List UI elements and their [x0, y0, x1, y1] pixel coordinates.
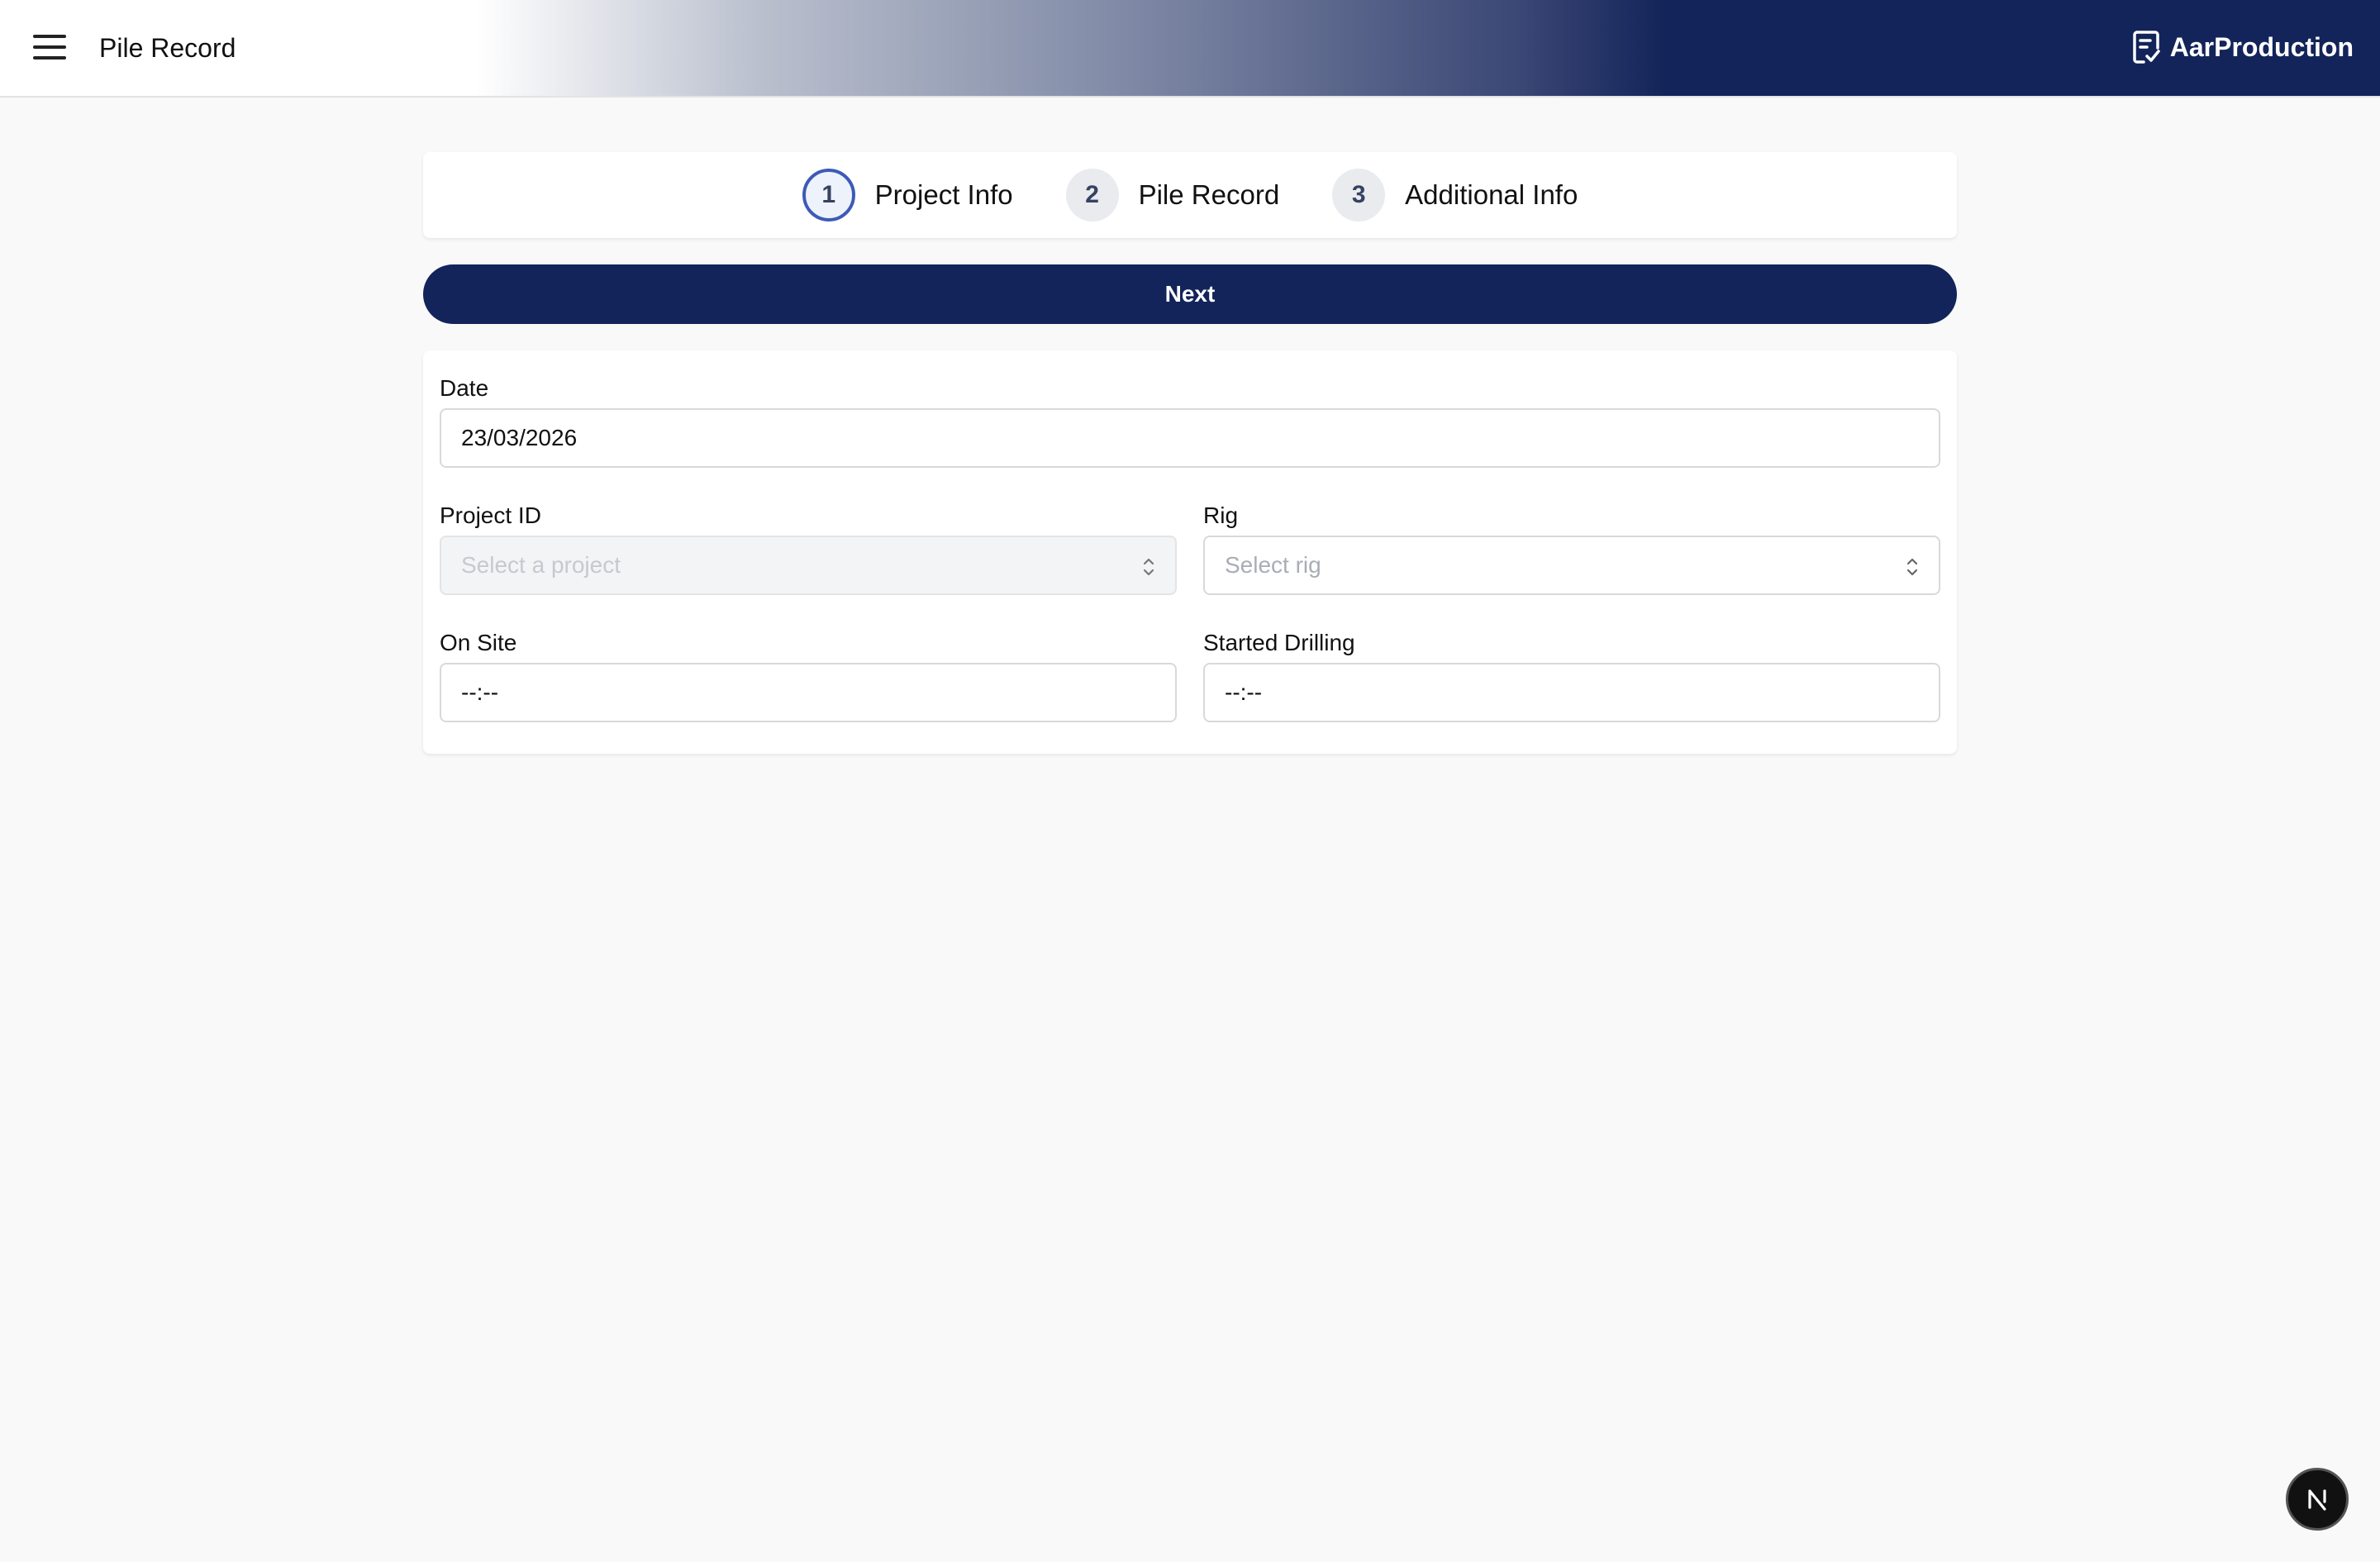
step-number: 3	[1332, 169, 1386, 221]
started-drilling-label: Started Drilling	[1203, 630, 1355, 655]
date-label: Date	[440, 375, 489, 401]
rig-label: Rig	[1203, 502, 1239, 528]
brand-name: AarProduction	[2169, 32, 2354, 62]
n-logo-icon	[2308, 1489, 2326, 1511]
top-bar: Pile Record AarProduction	[0, 0, 2380, 98]
started-drilling-value: --:--	[1225, 679, 1263, 705]
step-project-info[interactable]: 1 Project Info	[802, 169, 1013, 221]
step-label: Additional Info	[1405, 179, 1578, 210]
rig-select[interactable]: Select rig	[1203, 536, 1940, 595]
on-site-time-field[interactable]: --:--	[440, 663, 1177, 722]
nextjs-devtools-button[interactable]	[2286, 1468, 2349, 1531]
next-button[interactable]: Next	[423, 264, 1957, 324]
on-site-label: On Site	[440, 630, 517, 655]
date-value: 23/03/2026	[461, 425, 578, 450]
clipboard-check-icon	[2133, 31, 2160, 64]
page-title: Pile Record	[99, 33, 236, 63]
stepper: 1 Project Info 2 Pile Record 3 Additiona…	[423, 152, 1957, 238]
date-field[interactable]: 23/03/2026	[440, 408, 1940, 468]
chevron-up-down-icon	[1143, 558, 1154, 576]
step-pile-record[interactable]: 2 Pile Record	[1065, 169, 1280, 221]
rig-placeholder: Select rig	[1225, 552, 1321, 578]
step-additional-info[interactable]: 3 Additional Info	[1332, 169, 1578, 221]
hamburger-menu-icon[interactable]	[33, 33, 66, 61]
on-site-value: --:--	[461, 679, 499, 705]
started-drilling-time-field[interactable]: --:--	[1203, 663, 1940, 722]
step-label: Pile Record	[1138, 179, 1280, 210]
project-id-label: Project ID	[440, 502, 541, 528]
project-id-select[interactable]: Select a project	[440, 536, 1177, 595]
project-id-placeholder: Select a project	[461, 552, 621, 578]
chevron-up-down-icon	[1906, 558, 1918, 576]
brand: AarProduction	[2132, 30, 2354, 64]
project-info-form: Date 23/03/2026 Project ID Select a proj…	[423, 350, 1957, 754]
step-number: 1	[802, 169, 855, 221]
step-number: 2	[1065, 169, 1119, 221]
step-label: Project Info	[874, 179, 1013, 210]
